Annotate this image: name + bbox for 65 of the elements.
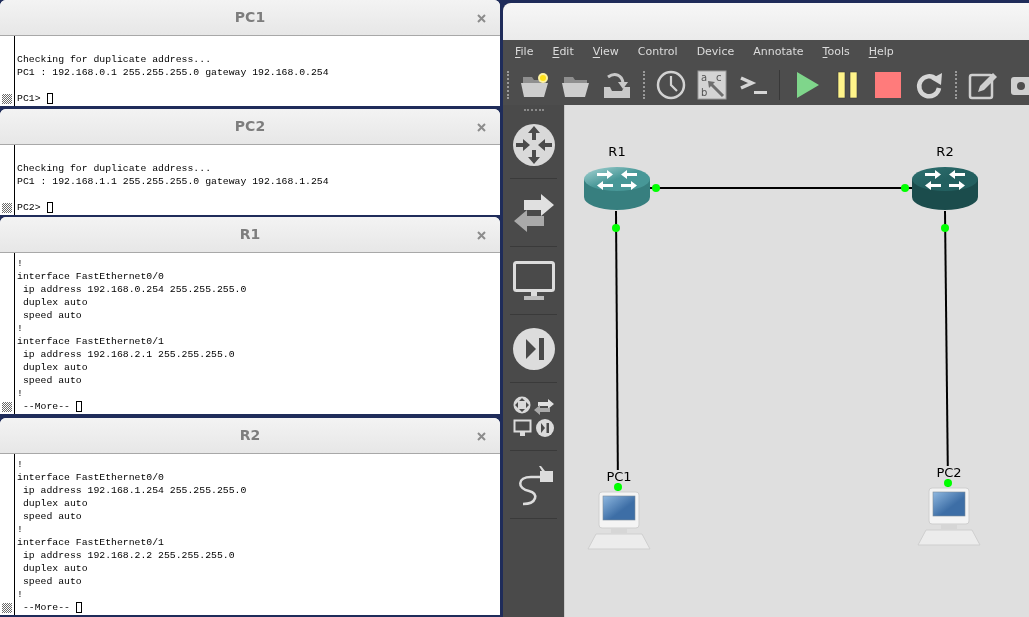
grip-icon[interactable]	[2, 402, 12, 412]
terminal-line: --More--	[21, 601, 70, 614]
menu-item[interactable]: Device	[696, 45, 735, 59]
router-icon[interactable]	[511, 122, 556, 167]
text-pencil-icon[interactable]: a c b	[697, 69, 727, 100]
clock-icon[interactable]	[656, 69, 686, 100]
stop-icon[interactable]	[873, 69, 903, 100]
sidebar-handle[interactable]	[523, 109, 544, 111]
terminal-line: !	[17, 523, 23, 536]
toolbar-handle[interactable]	[955, 70, 957, 99]
menu-item[interactable]: File	[515, 45, 534, 59]
terminal-line: --More--	[21, 400, 70, 413]
terminal-line: PC2>	[17, 201, 41, 214]
node-label: PC1	[605, 470, 633, 483]
grip-icon[interactable]	[2, 203, 12, 213]
terminal-line: !	[17, 588, 23, 601]
terminal-line: speed auto	[21, 575, 82, 588]
window-title: PC1	[234, 8, 266, 27]
terminal-line: duplex auto	[21, 296, 88, 309]
terminal-line: Checking for duplicate address...	[17, 53, 211, 66]
terminal-line: duplex auto	[21, 497, 88, 510]
terminal-line: interface FastEthernet0/1	[17, 335, 164, 348]
window-title: PC2	[234, 117, 266, 136]
terminal-line: !	[17, 257, 23, 270]
grip-icon[interactable]	[2, 603, 12, 613]
menu-item[interactable]: Control	[637, 45, 678, 59]
monitor-icon[interactable]	[511, 258, 556, 303]
close-icon[interactable]	[477, 14, 486, 23]
terminal-line: interface FastEthernet0/0	[17, 471, 164, 484]
terminal-line: PC1 : 192.168.0.1 255.255.255.0 gateway 192.168.0.254	[17, 66, 329, 79]
close-icon[interactable]	[477, 123, 486, 132]
menu-item[interactable]: Edit	[552, 45, 574, 59]
terminal-line: ip address 192.168.2.1 255.255.255.0	[21, 348, 235, 361]
terminal-line: ip address 192.168.0.254 255.255.255.0	[21, 283, 247, 296]
terminal-line: duplex auto	[21, 562, 88, 575]
grip-icon[interactable]	[2, 94, 12, 104]
terminal-line: speed auto	[21, 374, 82, 387]
terminal-line: interface FastEthernet0/0	[17, 270, 164, 283]
terminal-line: speed auto	[21, 309, 82, 322]
terminal-line: speed auto	[21, 510, 82, 523]
menu-item[interactable]: Tools	[822, 45, 850, 59]
play-bar-icon[interactable]	[511, 326, 556, 371]
terminal-line: !	[17, 322, 23, 335]
terminal-line: PC1 : 192.168.1.1 255.255.255.0 gateway 192.168.1.254	[17, 175, 329, 188]
terminal-line: interface FastEthernet0/1	[17, 536, 164, 549]
close-icon[interactable]	[477, 231, 486, 240]
device-grid-icon[interactable]	[511, 394, 556, 439]
menu-item[interactable]: View	[592, 45, 619, 59]
toolbar-handle[interactable]	[643, 70, 645, 99]
menu-item[interactable]: Help	[868, 45, 894, 59]
terminal-line: !	[17, 387, 23, 400]
terminal-line: duplex auto	[21, 361, 88, 374]
node-label: R1	[607, 145, 627, 158]
node-label: R2	[935, 145, 955, 158]
menu-item[interactable]: Annotate	[753, 45, 804, 59]
toolbar-handle[interactable]	[507, 70, 509, 99]
terminal-line: !	[17, 458, 23, 471]
close-icon[interactable]	[477, 432, 486, 441]
terminal-line: ip address 192.168.1.254 255.255.255.0	[21, 484, 247, 497]
window-title: R1	[239, 225, 261, 244]
window-title: R2	[239, 426, 261, 445]
terminal-line: Checking for duplicate address...	[17, 162, 211, 175]
terminal-line: ip address 192.168.2.2 255.255.255.0	[21, 549, 235, 562]
node-label: PC2	[935, 466, 963, 479]
terminal-line: PC1>	[17, 92, 41, 105]
